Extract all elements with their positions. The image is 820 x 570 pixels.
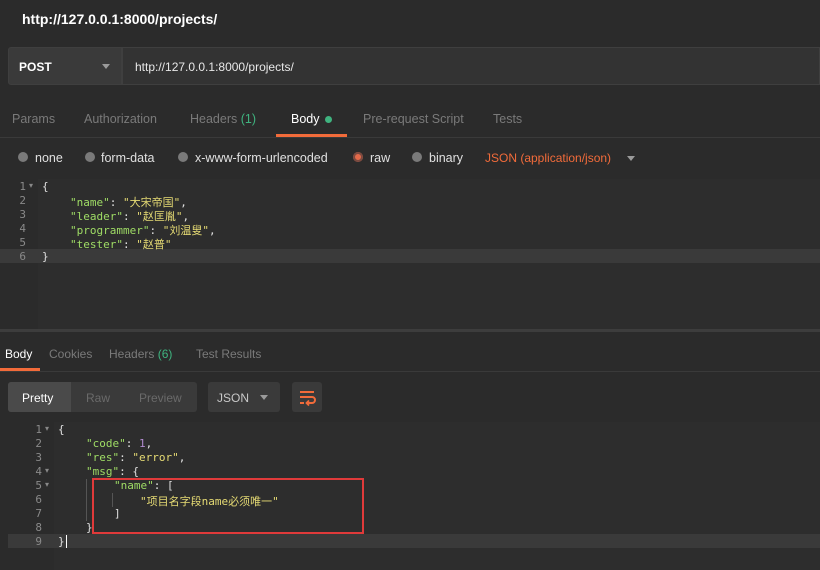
tab-headers-count: (1) <box>240 112 257 126</box>
tab-authorization[interactable]: Authorization <box>84 112 157 126</box>
tab-tests[interactable]: Tests <box>493 112 522 126</box>
chevron-down-icon <box>102 64 110 69</box>
raw-button[interactable]: Raw <box>86 391 110 405</box>
response-headers-label: Headers <box>109 347 155 361</box>
content-type-chevron-icon <box>627 156 635 161</box>
error-highlight-box <box>92 478 364 534</box>
response-headers-count: (6) <box>157 347 173 361</box>
code-close-brace: } <box>42 250 49 263</box>
code-line: "tester": "赵普" <box>70 238 172 251</box>
fold-arrow-icon[interactable]: ▾ <box>45 480 49 489</box>
line-number: 5 <box>35 479 42 492</box>
response-tab-headers[interactable]: Headers (6) <box>109 347 172 361</box>
line-number: 4 <box>19 222 26 235</box>
json-key: "res" <box>86 451 120 464</box>
line-number: 8 <box>35 521 42 534</box>
line-number: 2 <box>19 194 26 207</box>
url-value: http://127.0.0.1:8000/projects/ <box>135 60 294 74</box>
format-select-label: JSON <box>217 391 250 405</box>
tab-body-underline <box>276 134 347 137</box>
json-value: "赵普" <box>136 238 172 251</box>
radio-raw[interactable] <box>353 152 363 162</box>
tab-params[interactable]: Params <box>12 112 55 126</box>
wrap-lines-icon <box>300 391 316 407</box>
json-sep: , <box>208 224 216 237</box>
radio-urlencoded[interactable] <box>178 152 188 162</box>
line-number: 6 <box>35 493 42 506</box>
format-chevron-icon <box>260 395 268 400</box>
json-key: "tester" <box>70 238 123 251</box>
json-key: "msg" <box>86 465 120 478</box>
json-brace: { <box>132 465 139 478</box>
current-line-highlight <box>8 534 820 548</box>
radio-urlencoded-label[interactable]: x-www-form-urlencoded <box>195 151 328 165</box>
window-title: http://127.0.0.1:8000/projects/ <box>22 11 218 27</box>
text-cursor <box>66 535 67 548</box>
line-number: 6 <box>19 250 26 263</box>
code-open-brace: { <box>42 180 49 193</box>
line-number: 7 <box>35 507 42 520</box>
json-key: "code" <box>86 437 126 450</box>
line-number: 3 <box>19 208 26 221</box>
fold-arrow-icon[interactable]: ▾ <box>45 424 49 433</box>
json-number: 1 <box>139 437 146 450</box>
wrap-lines-button[interactable] <box>292 382 322 412</box>
code-close-brace: } <box>58 535 65 548</box>
radio-form-data-label[interactable]: form-data <box>101 151 155 165</box>
radio-binary-label[interactable]: binary <box>429 151 463 165</box>
content-type-select[interactable]: JSON (application/json) <box>485 151 611 165</box>
radio-form-data[interactable] <box>85 152 95 162</box>
fold-arrow-icon[interactable]: ▾ <box>45 466 49 475</box>
fold-arrow-icon[interactable]: ▾ <box>29 181 33 190</box>
response-tab-cookies[interactable]: Cookies <box>49 347 92 361</box>
code-line: "msg": { <box>86 465 139 478</box>
line-number: 1 <box>19 180 26 193</box>
code-open-brace: { <box>58 423 65 436</box>
radio-none[interactable] <box>18 152 28 162</box>
radio-raw-label[interactable]: raw <box>370 151 390 165</box>
response-tab-body[interactable]: Body <box>5 347 32 361</box>
radio-none-label[interactable]: none <box>35 151 63 165</box>
line-number: 3 <box>35 451 42 464</box>
line-number: 5 <box>19 236 26 249</box>
code-line: "res": "error", <box>86 451 186 464</box>
json-value: "error" <box>132 451 179 464</box>
tab-body[interactable]: Body <box>291 112 320 126</box>
tab-prerequest-script[interactable]: Pre-request Script <box>363 112 464 126</box>
code-line: "code": 1, <box>86 437 153 450</box>
tab-headers[interactable]: Headers (1) <box>190 112 256 126</box>
method-label: POST <box>19 60 52 74</box>
line-number: 9 <box>35 535 42 548</box>
body-active-dot-icon <box>325 116 332 123</box>
line-number: 4 <box>35 465 42 478</box>
line-number: 2 <box>35 437 42 450</box>
tab-headers-label: Headers <box>190 112 238 126</box>
radio-binary[interactable] <box>412 152 422 162</box>
line-number: 1 <box>35 423 42 436</box>
response-tab-test-results[interactable]: Test Results <box>196 347 261 361</box>
response-tab-underline <box>0 368 40 371</box>
pretty-label[interactable]: Pretty <box>22 391 53 405</box>
indent-guide <box>86 479 87 521</box>
preview-button[interactable]: Preview <box>139 391 182 405</box>
